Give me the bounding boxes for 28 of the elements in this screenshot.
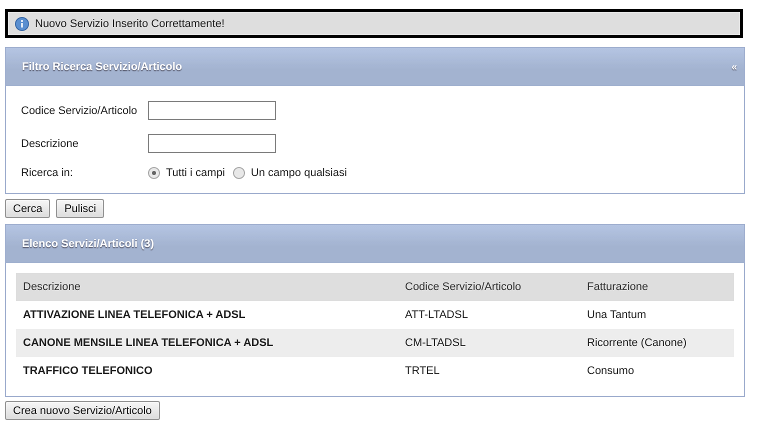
table-cell: ATT-LTADSL [398,301,580,329]
radio-label: Un campo qualsiasi [250,167,347,179]
panel-title: Filtro Ricerca Servizio/Articolo [22,61,182,73]
column-header: Codice Servizio/Articolo [398,273,580,301]
table-cell: TRAFFICO TELEFONICO [16,357,398,385]
info-icon [15,16,29,30]
table-cell: CM-LTADSL [398,329,580,357]
input-field[interactable] [148,101,276,120]
table-cell: TRTEL [398,357,580,385]
table-cell: Consumo [580,357,734,385]
filter-button[interactable]: Cerca [5,199,50,218]
field-label: Ricerca in: [21,167,74,179]
column-header: Descrizione [16,273,398,301]
input-field[interactable] [148,134,276,153]
message-text: Nuovo Servizio Inserito Correttamente! [35,18,225,30]
radio-button[interactable] [148,167,160,179]
table-cell: CANONE MENSILE LINEA TELEFONICA + ADSL [16,329,398,357]
panel-title: Elenco Servizi/Articoli (3) [22,238,154,250]
table-cell: Una Tantum [580,301,734,329]
filter-button[interactable]: Pulisci [56,199,104,218]
create-button[interactable]: Crea nuovo Servizio/Articolo [5,401,160,420]
radio-label: Tutti i campi [166,167,225,179]
field-label: Codice Servizio/Articolo [21,104,138,116]
table-cell: ATTIVAZIONE LINEA TELEFONICA + ADSL [16,301,398,329]
column-header: Fatturazione [580,273,734,301]
radio-button[interactable] [232,167,245,179]
table-cell: Ricorrente (Canone) [580,329,734,357]
field-label: Descrizione [21,138,80,150]
